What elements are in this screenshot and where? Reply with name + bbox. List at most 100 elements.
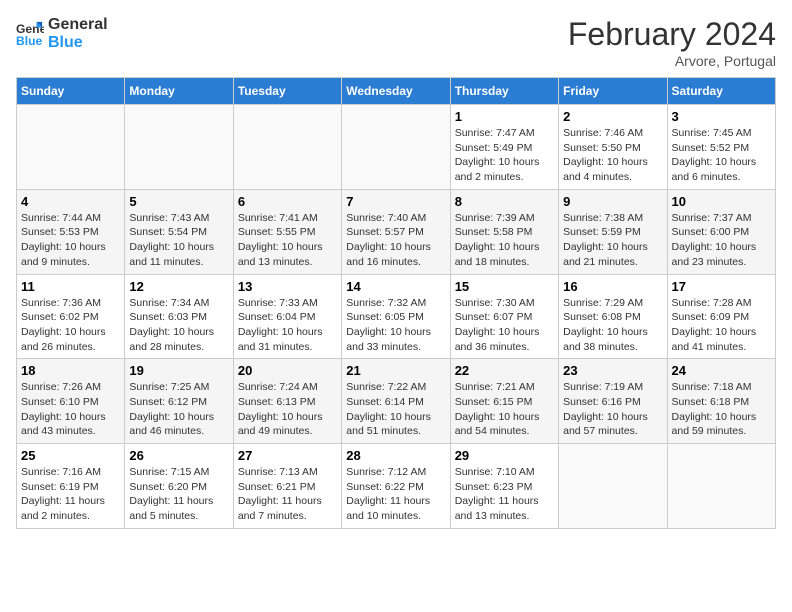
day-number: 9 (563, 194, 662, 209)
calendar-day-cell (667, 444, 775, 529)
day-of-week-header: Thursday (450, 78, 558, 105)
calendar-week-row: 4 Sunrise: 7:44 AM Sunset: 5:53 PM Daylig… (17, 189, 776, 274)
day-info: Sunrise: 7:12 AM Sunset: 6:22 PM Dayligh… (346, 465, 445, 524)
calendar-day-cell: 28 Sunrise: 7:12 AM Sunset: 6:22 PM Dayli… (342, 444, 450, 529)
day-info: Sunrise: 7:37 AM Sunset: 6:00 PM Dayligh… (672, 211, 771, 270)
calendar-day-cell (17, 105, 125, 190)
day-info: Sunrise: 7:26 AM Sunset: 6:10 PM Dayligh… (21, 380, 120, 439)
calendar-header-row: SundayMondayTuesdayWednesdayThursdayFrid… (17, 78, 776, 105)
day-info: Sunrise: 7:45 AM Sunset: 5:52 PM Dayligh… (672, 126, 771, 185)
day-number: 15 (455, 279, 554, 294)
day-info: Sunrise: 7:21 AM Sunset: 6:15 PM Dayligh… (455, 380, 554, 439)
day-info: Sunrise: 7:47 AM Sunset: 5:49 PM Dayligh… (455, 126, 554, 185)
day-of-week-header: Saturday (667, 78, 775, 105)
day-number: 22 (455, 363, 554, 378)
calendar-day-cell: 26Sunrise: 7:15 AM Sunset: 6:20 PM Dayli… (125, 444, 233, 529)
day-info: Sunrise: 7:30 AM Sunset: 6:07 PM Dayligh… (455, 296, 554, 355)
location: Arvore, Portugal (568, 53, 776, 69)
day-info: Sunrise: 7:28 AM Sunset: 6:09 PM Dayligh… (672, 296, 771, 355)
day-info: Sunrise: 7:10 AM Sunset: 6:23 PM Dayligh… (455, 465, 554, 524)
day-info: Sunrise: 7:19 AM Sunset: 6:16 PM Dayligh… (563, 380, 662, 439)
calendar-week-row: 25 Sunrise: 7:16 AM Sunset: 6:19 PM Dayli… (17, 444, 776, 529)
day-of-week-header: Friday (559, 78, 667, 105)
day-number: 16 (563, 279, 662, 294)
day-number: 23 (563, 363, 662, 378)
calendar-day-cell (559, 444, 667, 529)
calendar-day-cell: 14 Sunrise: 7:32 AM Sunset: 6:05 PM Dayli… (342, 274, 450, 359)
calendar-day-cell: 23 Sunrise: 7:19 AM Sunset: 6:16 PM Dayli… (559, 359, 667, 444)
calendar-day-cell: 13 Sunrise: 7:33 AM Sunset: 6:04 PM Dayli… (233, 274, 341, 359)
day-number: 21 (346, 363, 445, 378)
calendar-day-cell: 18 Sunrise: 7:26 AM Sunset: 6:10 PM Dayli… (17, 359, 125, 444)
day-number: 13 (238, 279, 337, 294)
day-info: Sunrise: 7:36 AM Sunset: 6:02 PM Dayligh… (21, 296, 120, 355)
day-number: 4 (21, 194, 120, 209)
day-number: 25 (21, 448, 120, 463)
calendar-day-cell: 3Sunrise: 7:45 AM Sunset: 5:52 PM Daylig… (667, 105, 775, 190)
day-number: 24 (672, 363, 771, 378)
day-number: 12 (129, 279, 228, 294)
calendar-day-cell: 1 Sunrise: 7:47 AM Sunset: 5:49 PM Daylig… (450, 105, 558, 190)
day-info: Sunrise: 7:13 AM Sunset: 6:21 PM Dayligh… (238, 465, 337, 524)
calendar-day-cell: 4 Sunrise: 7:44 AM Sunset: 5:53 PM Daylig… (17, 189, 125, 274)
day-info: Sunrise: 7:16 AM Sunset: 6:19 PM Dayligh… (21, 465, 120, 524)
day-number: 20 (238, 363, 337, 378)
calendar-day-cell (125, 105, 233, 190)
day-info: Sunrise: 7:29 AM Sunset: 6:08 PM Dayligh… (563, 296, 662, 355)
calendar-day-cell (342, 105, 450, 190)
day-number: 29 (455, 448, 554, 463)
day-number: 28 (346, 448, 445, 463)
day-number: 2 (563, 109, 662, 124)
day-info: Sunrise: 7:39 AM Sunset: 5:58 PM Dayligh… (455, 211, 554, 270)
day-of-week-header: Tuesday (233, 78, 341, 105)
day-info: Sunrise: 7:40 AM Sunset: 5:57 PM Dayligh… (346, 211, 445, 270)
calendar-day-cell: 7Sunrise: 7:40 AM Sunset: 5:57 PM Daylig… (342, 189, 450, 274)
calendar-day-cell: 9 Sunrise: 7:38 AM Sunset: 5:59 PM Daylig… (559, 189, 667, 274)
day-info: Sunrise: 7:38 AM Sunset: 5:59 PM Dayligh… (563, 211, 662, 270)
day-info: Sunrise: 7:41 AM Sunset: 5:55 PM Dayligh… (238, 211, 337, 270)
calendar-day-cell: 24Sunrise: 7:18 AM Sunset: 6:18 PM Dayli… (667, 359, 775, 444)
day-info: Sunrise: 7:25 AM Sunset: 6:12 PM Dayligh… (129, 380, 228, 439)
calendar-day-cell: 16 Sunrise: 7:29 AM Sunset: 6:08 PM Dayli… (559, 274, 667, 359)
svg-text:Blue: Blue (16, 34, 43, 48)
calendar-day-cell: 19 Sunrise: 7:25 AM Sunset: 6:12 PM Dayli… (125, 359, 233, 444)
day-info: Sunrise: 7:44 AM Sunset: 5:53 PM Dayligh… (21, 211, 120, 270)
logo-icon: General Blue (16, 20, 44, 48)
month-title: February 2024 (568, 16, 776, 53)
calendar-day-cell (233, 105, 341, 190)
day-info: Sunrise: 7:46 AM Sunset: 5:50 PM Dayligh… (563, 126, 662, 185)
day-info: Sunrise: 7:24 AM Sunset: 6:13 PM Dayligh… (238, 380, 337, 439)
title-block: February 2024 Arvore, Portugal (568, 16, 776, 69)
calendar-week-row: 11Sunrise: 7:36 AM Sunset: 6:02 PM Dayli… (17, 274, 776, 359)
page-header: General Blue General Blue February 2024 … (16, 16, 776, 69)
day-number: 10 (672, 194, 771, 209)
logo: General Blue General Blue (16, 16, 108, 51)
calendar-day-cell: 6 Sunrise: 7:41 AM Sunset: 5:55 PM Daylig… (233, 189, 341, 274)
calendar-day-cell: 17Sunrise: 7:28 AM Sunset: 6:09 PM Dayli… (667, 274, 775, 359)
day-of-week-header: Sunday (17, 78, 125, 105)
day-number: 14 (346, 279, 445, 294)
calendar-day-cell: 8 Sunrise: 7:39 AM Sunset: 5:58 PM Daylig… (450, 189, 558, 274)
day-number: 6 (238, 194, 337, 209)
day-number: 19 (129, 363, 228, 378)
day-info: Sunrise: 7:15 AM Sunset: 6:20 PM Dayligh… (129, 465, 228, 524)
calendar-day-cell: 5 Sunrise: 7:43 AM Sunset: 5:54 PM Daylig… (125, 189, 233, 274)
day-number: 18 (21, 363, 120, 378)
calendar-day-cell: 21Sunrise: 7:22 AM Sunset: 6:14 PM Dayli… (342, 359, 450, 444)
calendar-day-cell: 2 Sunrise: 7:46 AM Sunset: 5:50 PM Daylig… (559, 105, 667, 190)
calendar-week-row: 1 Sunrise: 7:47 AM Sunset: 5:49 PM Daylig… (17, 105, 776, 190)
day-number: 1 (455, 109, 554, 124)
calendar-day-cell: 12Sunrise: 7:34 AM Sunset: 6:03 PM Dayli… (125, 274, 233, 359)
day-number: 5 (129, 194, 228, 209)
calendar-day-cell: 29 Sunrise: 7:10 AM Sunset: 6:23 PM Dayli… (450, 444, 558, 529)
day-info: Sunrise: 7:43 AM Sunset: 5:54 PM Dayligh… (129, 211, 228, 270)
calendar-day-cell: 25 Sunrise: 7:16 AM Sunset: 6:19 PM Dayli… (17, 444, 125, 529)
day-of-week-header: Monday (125, 78, 233, 105)
day-number: 8 (455, 194, 554, 209)
calendar-day-cell: 27Sunrise: 7:13 AM Sunset: 6:21 PM Dayli… (233, 444, 341, 529)
day-info: Sunrise: 7:33 AM Sunset: 6:04 PM Dayligh… (238, 296, 337, 355)
day-info: Sunrise: 7:32 AM Sunset: 6:05 PM Dayligh… (346, 296, 445, 355)
calendar-day-cell: 10 Sunrise: 7:37 AM Sunset: 6:00 PM Dayli… (667, 189, 775, 274)
calendar-week-row: 18 Sunrise: 7:26 AM Sunset: 6:10 PM Dayli… (17, 359, 776, 444)
calendar-day-cell: 20 Sunrise: 7:24 AM Sunset: 6:13 PM Dayli… (233, 359, 341, 444)
